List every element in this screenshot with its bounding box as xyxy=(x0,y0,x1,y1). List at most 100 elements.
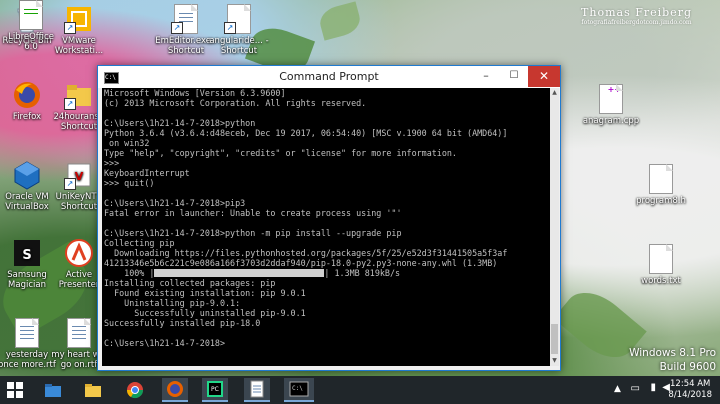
notepad-icon xyxy=(250,380,264,398)
windows-build-watermark: Windows 8.1 Pro Build 9600 xyxy=(629,346,716,374)
angularide-icon: ↗ xyxy=(224,4,254,34)
document-icon xyxy=(64,318,94,348)
console-line: Successfully installed pip-18.0 xyxy=(104,318,261,328)
console-line: Microsoft Windows [Version 6.3.9600] xyxy=(104,88,286,98)
start-button[interactable] xyxy=(2,378,28,402)
desktop-icon-label: program8.h xyxy=(636,196,686,206)
maximize-button[interactable]: ☐ xyxy=(500,66,528,87)
cmd-icon: C:\ xyxy=(289,381,309,397)
scroll-up-icon[interactable]: ▲ xyxy=(550,88,559,98)
desktop-icon-anagram-cpp[interactable]: ++ anagram.cpp xyxy=(580,84,642,126)
console-line: (c) 2013 Microsoft Corporation. All righ… xyxy=(104,98,367,108)
active-presenter-icon xyxy=(64,238,94,268)
desktop-icon-label: angularide... - Shortcut xyxy=(209,36,269,56)
desktop-icon-angularide[interactable]: ↗ angularide... - Shortcut xyxy=(208,4,270,56)
svg-text:PC: PC xyxy=(211,386,219,393)
taskbar-notepad[interactable] xyxy=(244,378,270,402)
console-line: Python 3.6.4 (v3.6.4:d48eceb, Dec 19 201… xyxy=(104,128,508,138)
progress-percent: 100% | xyxy=(104,268,155,278)
clock-time: 12:54 AM xyxy=(670,379,711,389)
svg-text:S: S xyxy=(22,248,31,263)
console-line: Successfully uninstalled pip-9.0.1 xyxy=(104,308,306,318)
taskbar-folder[interactable] xyxy=(80,378,106,402)
wallpaper-leaf xyxy=(316,1,364,41)
console-line: Collecting pip xyxy=(104,238,175,248)
console-line: on win32 xyxy=(104,138,150,148)
taskbar-clock[interactable]: 12:54 AM 8/14/2018 xyxy=(668,379,712,401)
console-line: C:\Users\1h21-14-7-2018> xyxy=(104,338,226,348)
explorer-icon xyxy=(45,384,61,397)
libreoffice-icon xyxy=(16,0,46,30)
console-line: >>> xyxy=(104,158,120,168)
desktop-icon-libreoffice[interactable]: LibreOffice 6.0 xyxy=(0,0,62,52)
console-line: Downloading https://files.pythonhosted.o… xyxy=(104,248,508,258)
taskbar-firefox[interactable] xyxy=(162,378,188,402)
console-line: >>> quit() xyxy=(104,178,155,188)
progress-bar xyxy=(154,269,325,277)
clock-date: 8/14/2018 xyxy=(668,390,712,400)
taskbar-cmd[interactable]: C:\ xyxy=(284,378,314,402)
console-line: Installing collected packages: pip xyxy=(104,278,276,288)
desktop-icon-words-txt[interactable]: words.txt xyxy=(630,244,692,286)
shortcut-arrow-icon: ↗ xyxy=(224,22,236,34)
console-line: Fatal error in launcher: Unable to creat… xyxy=(104,208,402,218)
header-file-icon xyxy=(646,164,676,194)
console-line: KeyboardInterrupt xyxy=(104,168,190,178)
os-edition: Windows 8.1 Pro xyxy=(629,347,716,359)
desktop: Thomas Freiberg fotografiafreibergdotcom… xyxy=(0,0,720,376)
folder-icon: ↗ xyxy=(64,80,94,110)
windows-logo-icon xyxy=(7,382,23,398)
vmware-icon: ↗ xyxy=(64,4,94,34)
samsung-magician-icon: S xyxy=(12,238,42,268)
firefox-icon xyxy=(167,381,183,397)
folder-icon xyxy=(85,384,101,397)
svg-text:C:\: C:\ xyxy=(292,385,303,392)
taskbar-pycharm[interactable]: PC xyxy=(202,378,228,402)
pycharm-icon: PC xyxy=(207,381,223,397)
shortcut-arrow-icon: ↗ xyxy=(64,98,76,110)
chevron-up-icon[interactable]: ▲ xyxy=(614,384,624,394)
cpp-file-icon: ++ xyxy=(596,84,626,114)
window-controls: – ☐ ✕ xyxy=(470,66,560,87)
document-icon xyxy=(12,318,42,348)
firefox-icon xyxy=(12,80,42,110)
scrollbar-thumb[interactable] xyxy=(551,324,558,354)
watermark-sub: fotografiafreibergdotcom.jimdo.com xyxy=(581,19,692,26)
command-prompt-window[interactable]: C:\ Command Prompt Microsoft Windows [Ve… xyxy=(97,65,561,371)
console-line: Uninstalling pip-9.0.1: xyxy=(104,298,241,308)
virtualbox-icon xyxy=(12,160,42,190)
progress-speed: | 1.3MB 819kB/s xyxy=(324,268,401,278)
chrome-icon xyxy=(126,382,144,399)
os-build: Build 9600 xyxy=(659,361,716,373)
desktop-icon-label: LibreOffice 6.0 xyxy=(8,32,54,52)
desktop-icon-label: words.txt xyxy=(641,276,681,286)
taskbar-explorer[interactable] xyxy=(40,378,66,402)
shortcut-arrow-icon: ↗ xyxy=(64,178,76,190)
taskbar-chrome[interactable] xyxy=(122,378,148,402)
console-line: 41213346e5b6c221c9e086a166f3703d2ddaf940… xyxy=(104,258,498,268)
vertical-scrollbar[interactable]: ▲ ▼ xyxy=(550,88,559,366)
console-output[interactable]: Microsoft Windows [Version 6.3.9600] (c) … xyxy=(102,88,550,366)
console-line: C:\Users\1h21-14-7-2018>python -m pip in… xyxy=(104,228,402,238)
network-icon[interactable]: ▮ xyxy=(650,382,656,393)
desktop-icon-label: anagram.cpp xyxy=(582,116,640,126)
text-file-icon xyxy=(646,244,676,274)
unikey-icon: V ↗ xyxy=(64,160,94,190)
console-line: Type "help", "copyright", "credits" or "… xyxy=(104,148,457,158)
shortcut-arrow-icon: ↗ xyxy=(171,22,183,34)
svg-text:V: V xyxy=(75,170,84,183)
close-button[interactable]: ✕ xyxy=(528,66,560,87)
battery-icon[interactable]: ▭ xyxy=(631,383,640,394)
console-line: Found existing installation: pip 9.0.1 xyxy=(104,288,306,298)
progress-line: 100% | | 1.3MB 819kB/s xyxy=(104,268,548,278)
taskbar: PC C:\ ▲ ▭ ▮ ◀ 12:54 AM 8/14/2018 xyxy=(0,376,720,404)
minimize-button[interactable]: – xyxy=(472,66,500,87)
desktop-icon-program8-h[interactable]: program8.h xyxy=(630,164,692,206)
console-line: C:\Users\1h21-14-7-2018>python xyxy=(104,118,256,128)
emeditor-icon: ↗ xyxy=(171,4,201,34)
scroll-down-icon[interactable]: ▼ xyxy=(550,356,559,366)
